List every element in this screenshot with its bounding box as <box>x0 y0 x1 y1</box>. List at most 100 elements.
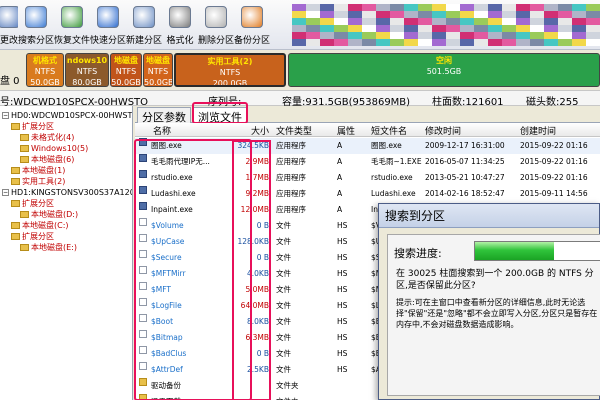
cell-attr: HS <box>337 285 348 294</box>
partition-icon <box>20 145 29 152</box>
cell-attr: HS <box>337 237 348 246</box>
cell-type: 文件夹 <box>276 394 336 400</box>
segment-size: 50.0GB <box>30 78 60 87</box>
cell-attr: HS <box>337 349 348 358</box>
segment-size: 50.0GB <box>111 78 141 87</box>
tab-partition-params[interactable]: 分区参数 <box>137 107 191 124</box>
dialog-title[interactable]: 搜索到分区 <box>379 204 599 228</box>
partition-segment[interactable]: 空闲 501.5GB <box>288 53 600 87</box>
progress-fill <box>475 242 555 260</box>
partition-icon <box>11 200 20 207</box>
cell-type: 文件 <box>276 237 291 246</box>
expand-icon[interactable]: − <box>2 112 9 119</box>
toolbar-button[interactable]: 搜索分区 <box>18 0 55 49</box>
progress-label: 搜索进度: <box>394 247 442 260</box>
partition-segment[interactable]: ndows10 NTFS 80.0GB <box>65 53 109 87</box>
segment-fs: NTFS <box>34 67 56 76</box>
cell-short: 毛毛雨~1.EXE <box>371 157 422 166</box>
column-short-name[interactable]: 短文件名 <box>371 124 407 137</box>
cell-type: 文件 <box>276 349 291 358</box>
column-size[interactable]: 大小 <box>251 124 269 137</box>
column-modified[interactable]: 修改时间 <box>425 124 461 137</box>
column-type[interactable]: 文件类型 <box>276 124 312 137</box>
tree-partition[interactable]: 扩展分区 <box>11 121 54 132</box>
toolbar-button-label: 删除分区 <box>198 36 235 46</box>
cell-type: 文件 <box>276 221 291 230</box>
disk-info-bar: 号:WDCWD10SPCX-00HWSTO 序列号: 容量:931.5GB(95… <box>0 90 600 108</box>
cell-created: 2015-09-22 01:16 <box>520 157 588 166</box>
toolbar-button[interactable]: 删除分区 <box>198 0 235 49</box>
toolbar-button-label: 新建分区 <box>126 36 163 46</box>
tree-partition[interactable]: 本地磁盘(C:) <box>11 220 69 231</box>
expand-icon[interactable]: − <box>2 189 9 196</box>
tree-partition[interactable]: 本地磁盘(6) <box>20 154 74 165</box>
cell-modified: 2014-02-16 18:52:47 <box>425 189 505 198</box>
cell-type: 文件 <box>276 269 291 278</box>
cell-short: rstudio.exe <box>371 173 413 182</box>
toolbar-button[interactable]: 更改 <box>0 0 18 49</box>
tree-partition[interactable]: 本地磁盘(1) <box>11 165 65 176</box>
new-partition-icon <box>133 6 155 28</box>
partition-segment[interactable]: 地磁盘 NTFS 50.0GB <box>143 53 173 87</box>
partition-segment[interactable]: 实用工具(2) NTFS 200.0GB <box>174 53 286 87</box>
cell-attr: A <box>337 141 343 150</box>
recover-file-icon <box>61 6 83 28</box>
partition-segment[interactable]: 机格式 NTFS 50.0GB <box>26 53 64 87</box>
tree-node-label: 扩展分区 <box>22 122 54 131</box>
cell-type: 文件 <box>276 333 291 342</box>
cell-modified: 2016-05-07 11:34:25 <box>425 157 505 166</box>
disk-label: 盘 0 <box>0 76 20 87</box>
partition-segment[interactable]: 地磁盘 NTFS 50.0GB <box>110 53 142 87</box>
cell-type: 文件夹 <box>276 381 299 390</box>
tree-node-label: 本地磁盘(C:) <box>22 221 69 230</box>
cell-attr: A <box>337 173 343 182</box>
toolbar-button[interactable]: 快速分区 <box>90 0 127 49</box>
tree-partition[interactable]: 扩展分区 <box>11 231 54 242</box>
segment-name: ndows10 <box>66 56 108 65</box>
file-list-header: 名称 大小 文件类型 属性 短文件名 修改时间 创建时间 <box>135 123 600 137</box>
tree-partition[interactable]: 未格式化(4) <box>20 132 74 143</box>
partition-icon <box>20 156 29 163</box>
toolbar-button[interactable]: 格式化 <box>162 0 198 49</box>
dialog-message: 在 30025 柱面搜索到一个 200.0GB 的 NTFS 分区,是否保留此分… <box>396 269 594 291</box>
toolbar-button-label: 搜索分区 <box>18 36 55 46</box>
toolbar-button-label: 更改 <box>0 36 18 46</box>
segment-fs: NTFS <box>76 67 98 76</box>
save-icon <box>0 6 18 28</box>
column-created[interactable]: 创建时间 <box>520 124 556 137</box>
cell-created: 2015-09-11 14:56 <box>520 189 588 198</box>
tree-partition[interactable]: 本地磁盘(E:) <box>20 242 77 253</box>
column-attr[interactable]: 属性 <box>337 124 355 137</box>
highlight-outline <box>232 140 271 400</box>
cell-created: 2015-09-22 01:16 <box>520 173 588 182</box>
tree-node-label: 本地磁盘(6) <box>31 155 75 164</box>
segment-name: 实用工具(2) <box>207 57 253 66</box>
column-name[interactable]: 名称 <box>153 124 171 137</box>
tree-partition[interactable]: 本地磁盘(D:) <box>20 209 78 220</box>
partition-icon <box>11 222 20 229</box>
toolbar-button[interactable]: 备份分区 <box>234 0 271 49</box>
tree-disk[interactable]: − HD1:KINGSTONSV300S37A120G <box>2 187 132 198</box>
tree-node-label: 扩展分区 <box>22 232 54 241</box>
tree-partition[interactable]: 实用工具(2) <box>11 176 65 187</box>
cell-short: Ludashi.exe <box>371 189 416 198</box>
segment-size: 200.0GB <box>212 79 248 87</box>
cell-type: 文件 <box>276 317 291 326</box>
segment-size: 80.0GB <box>72 78 102 87</box>
cell-modified: 2009-12-17 16:31:00 <box>425 141 505 150</box>
segment-size: 501.5GB <box>426 67 462 76</box>
toolbar-button[interactable]: 新建分区 <box>126 0 163 49</box>
cell-type: 应用程序 <box>276 189 306 198</box>
tree-partition[interactable]: Windows10(5) <box>20 143 88 154</box>
toolbar-button-label: 快速分区 <box>90 36 127 46</box>
tree-disk[interactable]: −HD0:WDCWD10SPCX-00HWSTO (9 <box>2 110 132 121</box>
toolbar-button-label: 备份分区 <box>234 36 271 46</box>
partition-icon <box>20 211 29 218</box>
partition-icon <box>11 123 20 130</box>
cell-modified: 2013-05-21 10:47:27 <box>425 173 505 182</box>
cell-attr: HS <box>337 253 348 262</box>
tree-partition[interactable]: 扩展分区 <box>11 198 54 209</box>
tree-node-label: 本地磁盘(E:) <box>31 243 77 252</box>
partition-icon <box>11 178 20 185</box>
toolbar-button[interactable]: 恢复文件 <box>54 0 90 49</box>
